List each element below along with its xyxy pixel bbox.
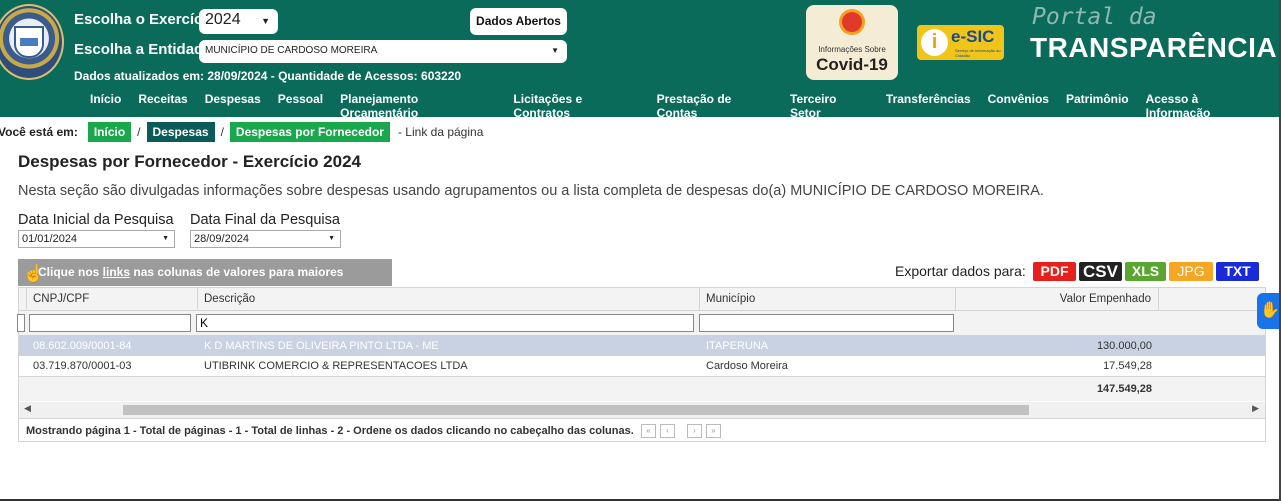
nav-prestacao[interactable]: Prestação de Contas [657, 92, 773, 120]
data-final-value: 28/09/2024 [194, 233, 250, 245]
nav-pessoal[interactable]: Pessoal [278, 92, 323, 120]
pointer-hand-icon: ☝ [23, 264, 45, 283]
breadcrumb-despesas[interactable]: Despesas [146, 122, 215, 142]
nav-licitacoes[interactable]: Licitações e Contratos [513, 92, 639, 120]
filter-municipio-input[interactable] [699, 314, 954, 332]
hint-bar: ☝ Clique nos links nas colunas de valore… [18, 259, 392, 306]
grid-header-spacer [19, 288, 27, 310]
total-row: 147.549,28 [19, 377, 1265, 401]
grid-filter-row [17, 311, 1265, 335]
data-inicial-select[interactable]: 01/01/2024 ▼ [18, 230, 175, 248]
cell-municipio: ITAPERUNA [706, 339, 769, 352]
portal-title-line1: Portal da [1032, 4, 1157, 30]
esic-label: e-SIC [951, 27, 995, 46]
page-link[interactable]: - Link da página [398, 125, 483, 139]
breadcrumb-inicio[interactable]: Início [87, 122, 132, 142]
total-value: 147.549,28 [1096, 383, 1152, 395]
export-label: Exportar dados para: [895, 263, 1026, 279]
table-row[interactable]: 08.602.009/0001-84 K D MARTINS DE OLIVEI… [19, 335, 1265, 356]
exercicio-select[interactable]: 2024 ▼ [199, 9, 278, 34]
nav-planejamento[interactable]: Planejamento Orçamentário [340, 92, 496, 120]
cell-valor[interactable]: 130.000,00 [956, 335, 1159, 356]
cell-cnpj: 03.719.870/0001-03 [33, 360, 132, 372]
breadcrumb-despesas-fornecedor[interactable]: Despesas por Fornecedor [229, 122, 390, 142]
covid-info-button[interactable]: Informações Sobre Covid-19 [806, 5, 898, 80]
col-header-municipio[interactable]: Município [700, 288, 956, 310]
scroll-left-icon[interactable]: ◀ [24, 403, 31, 414]
data-inicial-value: 01/01/2024 [22, 233, 78, 245]
export-txt-button[interactable]: TXT [1216, 262, 1259, 281]
breadcrumb-label: Você está em: [0, 125, 78, 139]
filter-descricao-input[interactable] [196, 314, 694, 332]
entidade-value: MUNICÍPIO DE CARDOSO MOREIRA [205, 45, 378, 56]
nav-receitas[interactable]: Receitas [138, 92, 187, 120]
cell-municipio: Cardoso Moreira [706, 360, 788, 372]
scroll-right-icon[interactable]: ▶ [1252, 403, 1259, 414]
cell-descricao: UTIBRINK COMERCIO & REPRESENTACOES LTDA [204, 360, 468, 372]
filter-row-input[interactable] [17, 314, 25, 332]
page-description: Nesta seção são divulgadas informações s… [18, 183, 1044, 199]
col-header-valor[interactable]: Valor Empenhado [956, 288, 1159, 310]
nav-inicio[interactable]: Início [90, 92, 121, 120]
hint-text-link: links [102, 265, 131, 279]
nav-transferencias[interactable]: Transferências [886, 92, 971, 120]
col-header-cnpj[interactable]: CNPJ/CPF [27, 288, 198, 310]
main-nav: Início Receitas Despesas Pessoal Planeja… [90, 92, 1281, 120]
breadcrumb-separator: / [137, 125, 141, 139]
chevron-down-icon: ▼ [162, 235, 169, 242]
update-info: Dados atualizados em: 28/09/2024 - Quant… [74, 69, 462, 83]
cell-descricao: K D MARTINS DE OLIVEIRA PINTO LTDA - ME [204, 339, 439, 352]
info-icon: i [921, 29, 948, 56]
cell-valor[interactable]: 17.549,28 [956, 356, 1159, 376]
nav-despesas[interactable]: Despesas [205, 92, 261, 120]
export-xls-button[interactable]: XLS [1125, 262, 1166, 281]
grid-header-row: CNPJ/CPF Descrição Município Valor Empen… [19, 288, 1265, 311]
municipal-crest-logo [0, 4, 64, 80]
breadcrumb-separator: / [220, 125, 224, 139]
last-page-icon[interactable]: » [706, 424, 721, 438]
scrollbar-thumb[interactable] [123, 405, 1029, 415]
chevron-down-icon: ▼ [328, 235, 335, 242]
chevron-down-icon: ▼ [551, 46, 559, 55]
entidade-label: Escolha a Entidade: [74, 41, 217, 58]
exercicio-value: 2024 [205, 11, 241, 28]
data-final-label: Data Final da Pesquisa [190, 212, 340, 228]
filter-cnpj-input[interactable] [29, 314, 191, 332]
hint-text-pre: Clique nos [38, 265, 103, 279]
nav-convenios[interactable]: Convênios [988, 92, 1049, 120]
export-jpg-button[interactable]: JPG [1169, 262, 1213, 281]
prev-page-icon[interactable]: ‹ [660, 424, 675, 438]
col-header-descricao[interactable]: Descrição [198, 288, 700, 310]
export-csv-button[interactable]: CSV [1079, 262, 1122, 281]
nav-terceiro-setor[interactable]: Terceiro Setor [790, 92, 869, 120]
data-inicial-label: Data Inicial da Pesquisa [18, 212, 174, 228]
nav-acesso-informacao[interactable]: Acesso à Informação [1146, 92, 1264, 120]
covid-line1: Informações Sobre [818, 45, 886, 54]
breadcrumb: Você está em: Início / Despesas / Despes… [0, 121, 483, 143]
esic-sublabel: Serviço de Informação ao Cidadão [955, 48, 1001, 58]
page-title: Despesas por Fornecedor - Exercício 2024 [18, 152, 361, 171]
horizontal-scrollbar[interactable]: ◀ ▶ [19, 402, 1265, 418]
covid-line2: Covid-19 [816, 55, 888, 74]
dados-abertos-button[interactable]: Dados Abertos [470, 8, 567, 35]
data-grid: CNPJ/CPF Descrição Município Valor Empen… [17, 287, 1266, 442]
first-page-icon[interactable]: « [641, 424, 656, 438]
next-page-icon[interactable]: › [687, 424, 702, 438]
accessibility-hand-icon[interactable]: ✋ [1257, 293, 1281, 329]
nav-patrimonio[interactable]: Patrimônio [1066, 92, 1129, 120]
portal-title-line2: TRANSPARÊNCIA [1030, 32, 1278, 63]
esic-button[interactable]: i e-SIC Serviço de Informação ao Cidadão [917, 25, 1004, 60]
chevron-down-icon: ▼ [261, 16, 270, 26]
data-final-select[interactable]: 28/09/2024 ▼ [190, 230, 341, 248]
virus-icon [842, 12, 862, 32]
cell-cnpj: 08.602.009/0001-84 [33, 339, 132, 352]
pagination-info: Mostrando página 1 - Total de páginas - … [26, 425, 634, 437]
site-header: Escolha o Exercício: 2024 ▼ Escolha a Ent… [0, 0, 1281, 120]
entidade-select[interactable]: MUNICÍPIO DE CARDOSO MOREIRA ▼ [199, 40, 567, 63]
table-row[interactable]: 03.719.870/0001-03 UTIBRINK COMERCIO & R… [19, 356, 1265, 377]
export-pdf-button[interactable]: PDF [1033, 262, 1076, 281]
grid-footer: Mostrando página 1 - Total de páginas - … [19, 418, 1265, 442]
